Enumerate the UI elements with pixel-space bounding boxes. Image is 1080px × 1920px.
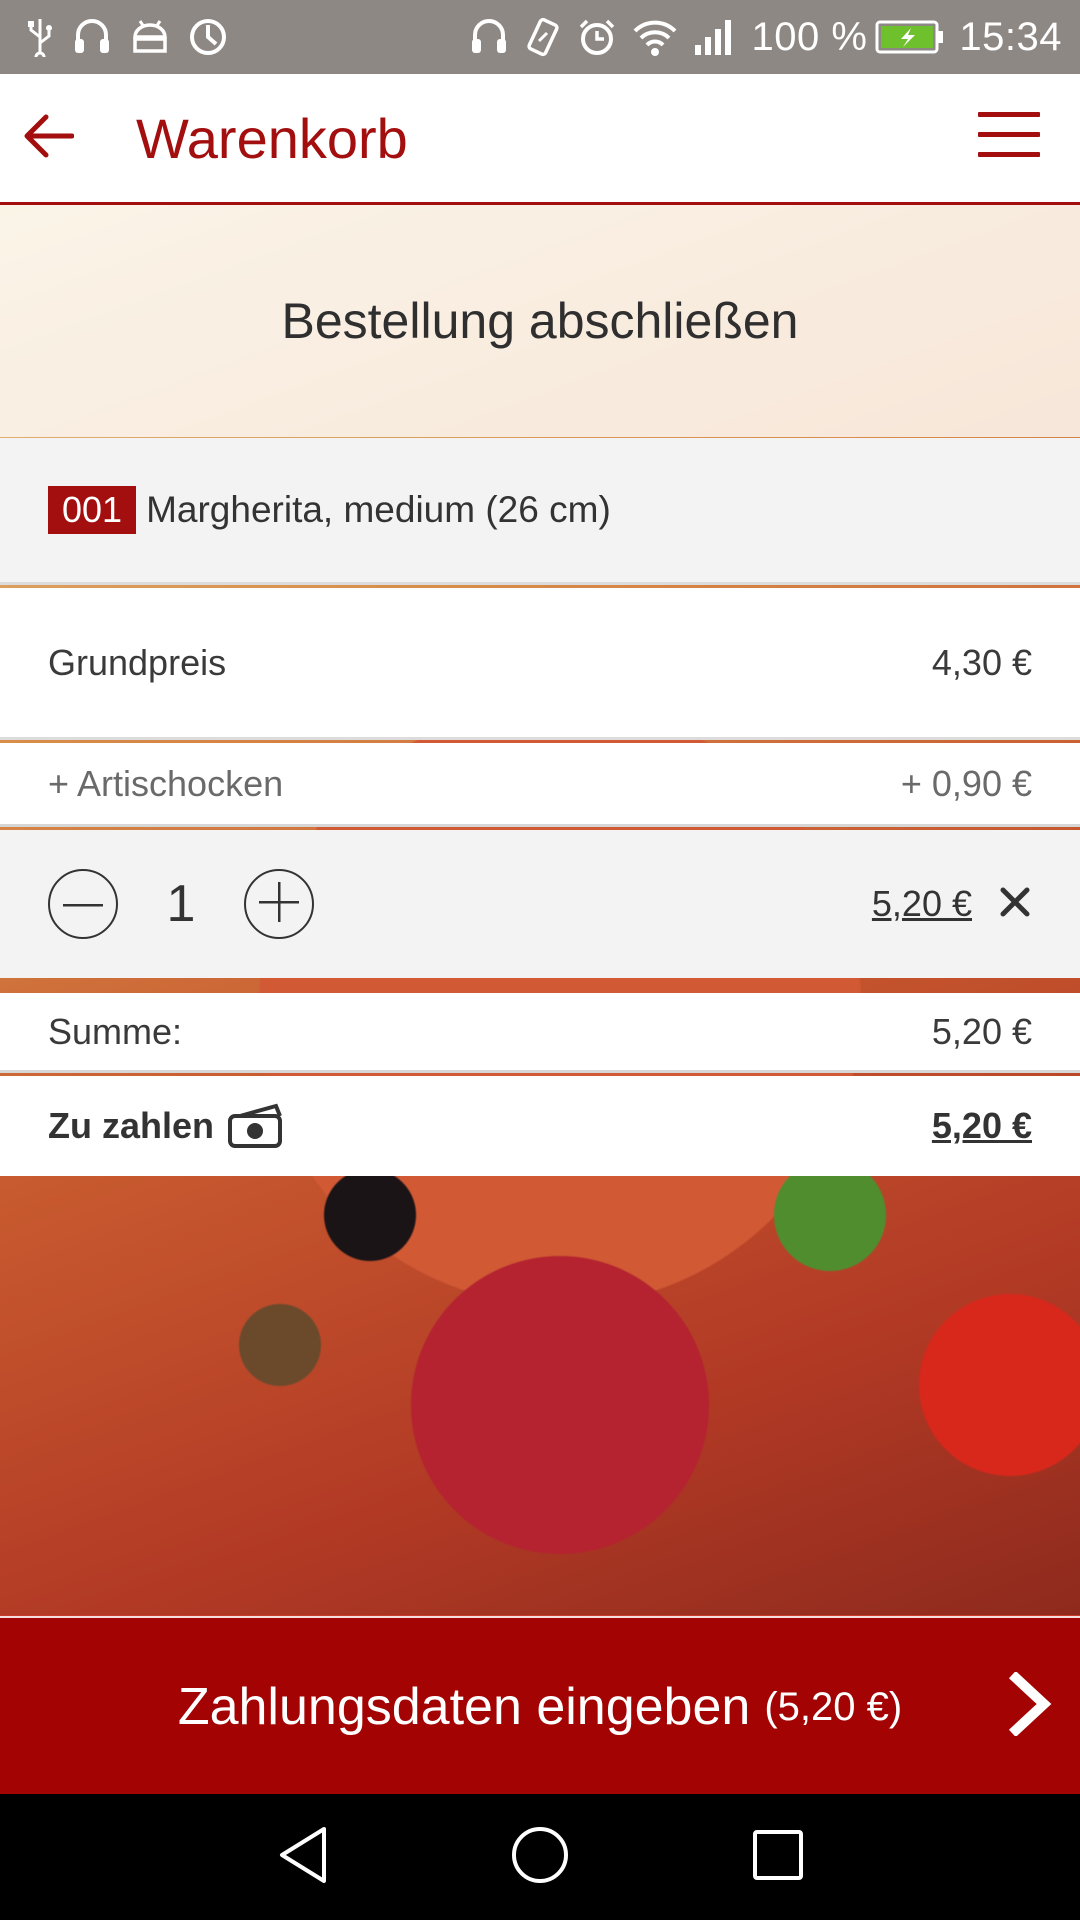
base-price-value: 4,30 € [931,641,1032,683]
extra-row: + Artischocken + 0,90 € [0,743,1080,827]
hamburger-menu-icon [978,112,1040,157]
cart-item-header: 001 Margherita, medium (26 cm) [0,438,1080,585]
android-icon [130,17,170,57]
quantity-row: 1 5,20 € [0,830,1080,978]
to-pay-label: Zu zahlen [48,1105,215,1146]
nav-recents-button[interactable] [743,1822,813,1892]
battery-charging-icon [875,19,945,55]
vibrate-icon [523,17,563,57]
signal-icon [693,17,737,57]
close-icon [1000,887,1030,922]
chevron-right-icon [1008,1670,1052,1741]
app-bar: Warenkorb [0,74,1080,205]
to-pay-value: 5,20 € [931,1105,1032,1146]
checkout-headline: Bestellung abschließen [281,293,799,349]
page-title: Warenkorb [136,106,408,170]
back-button[interactable] [0,74,96,202]
arrow-left-icon [22,113,75,164]
base-price-label: Grundpreis [48,641,227,683]
sum-row: Summe: 5,20 € [0,993,1080,1073]
usb-icon [26,17,54,57]
extra-label: + Artischocken [48,762,284,804]
wifi-icon [631,17,679,57]
cta-amount: (5,20 €) [764,1684,903,1729]
cash-icon [226,1102,286,1150]
enter-payment-details-button[interactable]: Zahlungsdaten eingeben (5,20 €) [0,1616,1080,1796]
menu-button[interactable] [978,112,1040,162]
item-name: Margherita, medium (26 cm) [146,489,611,530]
battery-percent: 100 % [751,14,868,59]
decrease-quantity-button[interactable] [48,869,118,939]
circle-home-icon [510,1825,570,1890]
to-pay-row: Zu zahlen 5,20 € [0,1076,1080,1176]
headphones-icon [469,17,509,57]
to-pay-label-group: Zu zahlen [48,1102,286,1150]
sum-label: Summe: [48,1010,183,1052]
extra-price: + 0,90 € [900,762,1032,804]
cta-label: Zahlungsdaten eingeben [177,1678,751,1736]
item-number-badge: 001 [48,486,137,534]
triangle-back-icon [276,1825,328,1890]
remove-item-button[interactable] [998,887,1032,921]
system-navigation-bar [0,1794,1080,1920]
line-total[interactable]: 5,20 € [872,883,972,925]
square-recents-icon [752,1829,804,1886]
nav-home-button[interactable] [505,1822,575,1892]
clock: 15:34 [959,14,1062,59]
minus-icon [63,895,103,913]
nav-back-button[interactable] [267,1822,337,1892]
status-bar-left [26,17,246,57]
alarm-icon [577,17,617,57]
headset-icon [72,17,112,57]
status-bar: 100 % 15:34 [0,0,1080,74]
quantity-value: 1 [166,875,196,933]
sync-icon [188,17,228,57]
status-bar-right: 100 % 15:34 [455,15,1062,60]
increase-quantity-button[interactable] [244,869,314,939]
base-price-row: Grundpreis 4,30 € [0,588,1080,740]
sum-value: 5,20 € [931,1010,1032,1052]
plus-icon [259,881,299,927]
